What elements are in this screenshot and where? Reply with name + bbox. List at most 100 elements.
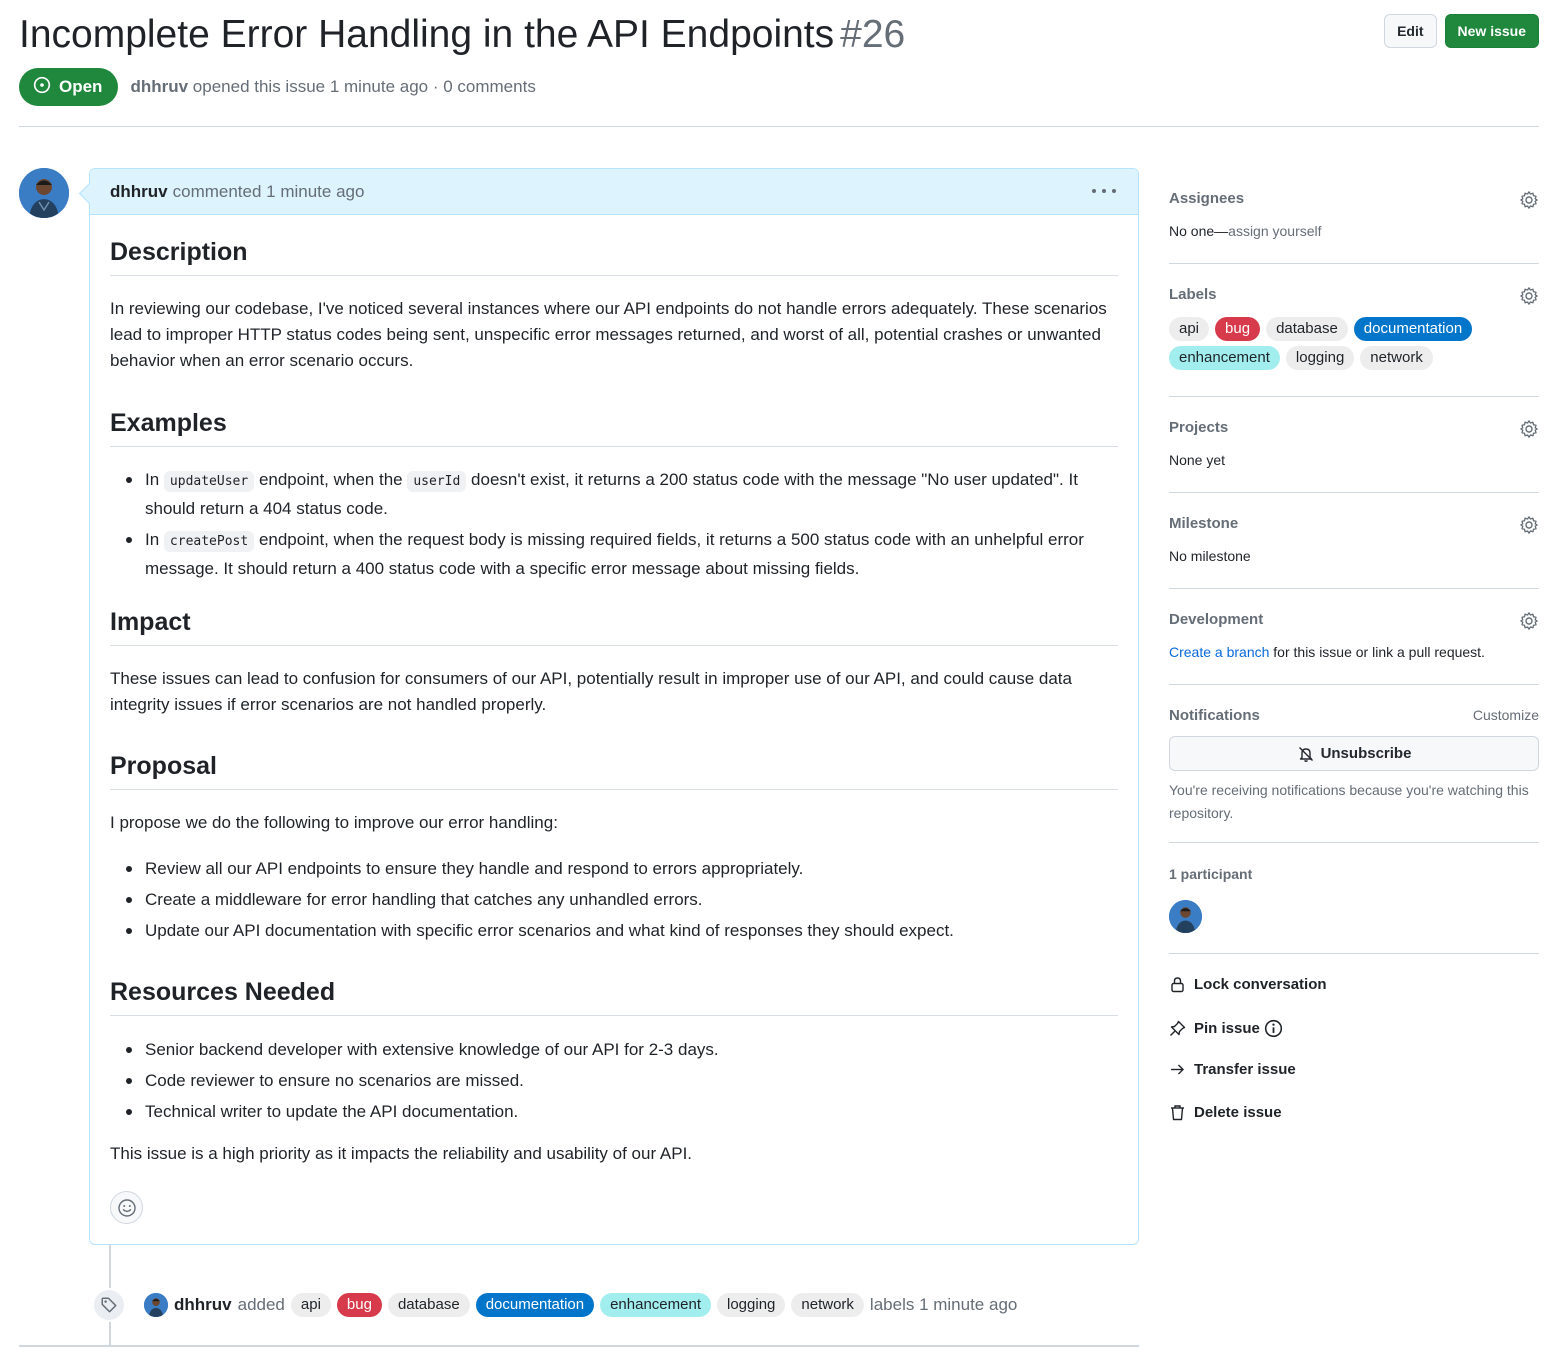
participants-title: 1 participant	[1169, 866, 1253, 882]
list-item: Senior backend developer with extensive …	[110, 1036, 1118, 1063]
event-suffix: labels 1 minute ago	[869, 1295, 1018, 1314]
sidebar-divider	[1169, 263, 1539, 264]
gear-icon[interactable]	[1519, 611, 1539, 631]
label-enhancement[interactable]: enhancement	[1169, 346, 1280, 370]
label-documentation[interactable]: documentation	[475, 1293, 595, 1317]
sidebar-divider	[1169, 953, 1539, 954]
transfer-issue-label: Transfer issue	[1194, 1061, 1296, 1078]
heading-impact: Impact	[110, 605, 1118, 646]
avatar-image-icon	[1169, 900, 1202, 933]
event-author-link[interactable]: dhhruv	[174, 1295, 232, 1315]
heading-description: Description	[110, 235, 1118, 276]
resources-list: Senior backend developer with extensive …	[110, 1036, 1118, 1125]
code-create-post: createPost	[163, 531, 255, 552]
development-title[interactable]: Development	[1169, 611, 1539, 628]
label-documentation[interactable]: documentation	[1353, 317, 1473, 341]
lock-conversation-label: Lock conversation	[1194, 976, 1327, 993]
development-rest: for this issue or link a pull request.	[1273, 644, 1485, 660]
section-description: Description In reviewing our codebase, I…	[110, 235, 1118, 374]
sidebar-projects: Projects None yet	[1169, 419, 1539, 468]
participant-avatar[interactable]	[1169, 900, 1202, 933]
issue-opened-icon	[33, 76, 51, 99]
example1-mid: endpoint, when the	[258, 470, 403, 489]
labels-title[interactable]: Labels	[1169, 286, 1539, 303]
delete-issue-label: Delete issue	[1194, 1104, 1282, 1121]
label-enhancement[interactable]: enhancement	[600, 1293, 711, 1317]
list-item: Technical writer to update the API docum…	[110, 1098, 1118, 1125]
arrow-right-icon	[1171, 1064, 1184, 1075]
add-reaction-button[interactable]	[110, 1191, 143, 1224]
event-author-avatar[interactable]	[144, 1293, 168, 1317]
label-api[interactable]: api	[1169, 317, 1210, 341]
state-badge: Open	[19, 68, 119, 106]
issue-number: #26	[840, 13, 906, 56]
list-item: Code reviewer to ensure no scenarios are…	[110, 1067, 1118, 1094]
state-label: Open	[59, 77, 103, 96]
new-issue-button[interactable]: New issue	[1444, 14, 1539, 48]
milestone-title[interactable]: Milestone	[1169, 515, 1539, 532]
development-value: Create a branch for this issue or link a…	[1169, 644, 1539, 660]
sidebar-divider	[1169, 842, 1539, 843]
example2-rest: endpoint, when the request body is missi…	[145, 530, 1084, 578]
delete-issue-button[interactable]: Delete issue	[1169, 1104, 1282, 1121]
timeline-divider	[19, 1345, 1139, 1347]
label-logging[interactable]: logging	[717, 1293, 786, 1317]
proposal-intro: I propose we do the following to improve…	[110, 813, 558, 832]
create-branch-link[interactable]: Create a branch	[1169, 644, 1269, 660]
sidebar-divider	[1169, 684, 1539, 685]
gear-icon[interactable]	[1519, 419, 1539, 439]
list-item: Create a middleware for error handling t…	[110, 886, 1118, 913]
code-user-id: userId	[407, 471, 467, 492]
comment-author-link[interactable]: dhhruv	[110, 182, 168, 202]
assign-yourself-link[interactable]: assign yourself	[1228, 223, 1321, 239]
transfer-issue-button[interactable]: Transfer issue	[1169, 1061, 1296, 1078]
pin-icon	[1170, 1020, 1186, 1036]
label-network[interactable]: network	[791, 1293, 864, 1317]
sidebar-assignees: Assignees No one—assign yourself	[1169, 190, 1539, 239]
issue-title-heading: Incomplete Error Handling in the API End…	[19, 12, 905, 58]
assignees-title[interactable]: Assignees	[1169, 190, 1539, 207]
comment-options-icon[interactable]	[1092, 181, 1116, 201]
label-database[interactable]: database	[387, 1293, 470, 1317]
issue-meta-text: dhhruv opened this issue 1 minute ago · …	[130, 77, 535, 97]
list-item: In updateUser endpoint, when the userId …	[110, 466, 1118, 522]
trash-icon	[1171, 1105, 1184, 1121]
pin-issue-button[interactable]: Pin issue	[1169, 1019, 1283, 1038]
label-database[interactable]: database	[1266, 317, 1348, 341]
lock-icon	[1171, 977, 1184, 993]
gear-icon[interactable]	[1519, 515, 1539, 535]
assignees-none: No one—	[1169, 223, 1229, 239]
resources-closing: This issue is a high priority as it impa…	[110, 1144, 693, 1163]
unsubscribe-button[interactable]: Unsubscribe	[1169, 736, 1539, 771]
gear-icon[interactable]	[1519, 190, 1539, 210]
tag-icon	[92, 1288, 126, 1322]
sidebar-milestone: Milestone No milestone	[1169, 515, 1539, 564]
customize-link[interactable]: Customize	[1473, 707, 1539, 723]
code-update-user: updateUser	[163, 471, 255, 492]
examples-list: In updateUser endpoint, when the userId …	[110, 466, 1118, 582]
gear-icon[interactable]	[1519, 286, 1539, 306]
label-api[interactable]: api	[290, 1293, 331, 1317]
pin-issue-label: Pin issue	[1194, 1020, 1260, 1037]
smiley-icon	[117, 1198, 136, 1217]
issue-title: Incomplete Error Handling in the API End…	[19, 13, 835, 56]
heading-proposal: Proposal	[110, 749, 1118, 790]
comment-timestamp[interactable]: commented 1 minute ago	[173, 182, 365, 202]
comment-author-avatar[interactable]	[19, 168, 69, 218]
header-actions: Edit New issue	[1384, 14, 1539, 48]
label-bug[interactable]: bug	[336, 1293, 382, 1317]
assignees-value: No one—assign yourself	[1169, 223, 1539, 239]
lock-conversation-button[interactable]: Lock conversation	[1169, 976, 1327, 993]
section-examples: Examples In updateUser endpoint, when th…	[110, 406, 1118, 582]
sidebar-participants: 1 participant	[1169, 866, 1539, 933]
edit-button[interactable]: Edit	[1384, 14, 1437, 48]
label-network[interactable]: network	[1360, 346, 1433, 370]
label-bug[interactable]: bug	[1215, 317, 1261, 341]
label-logging[interactable]: logging	[1285, 346, 1355, 370]
projects-title[interactable]: Projects	[1169, 419, 1539, 436]
issue-author-link[interactable]: dhhruv	[130, 77, 188, 96]
section-resources: Resources Needed Senior backend develope…	[110, 975, 1118, 1167]
unsubscribe-label: Unsubscribe	[1320, 745, 1412, 762]
info-icon[interactable]	[1264, 1019, 1283, 1038]
sidebar-notifications: Notifications Customize Unsubscribe You'…	[1169, 707, 1539, 825]
